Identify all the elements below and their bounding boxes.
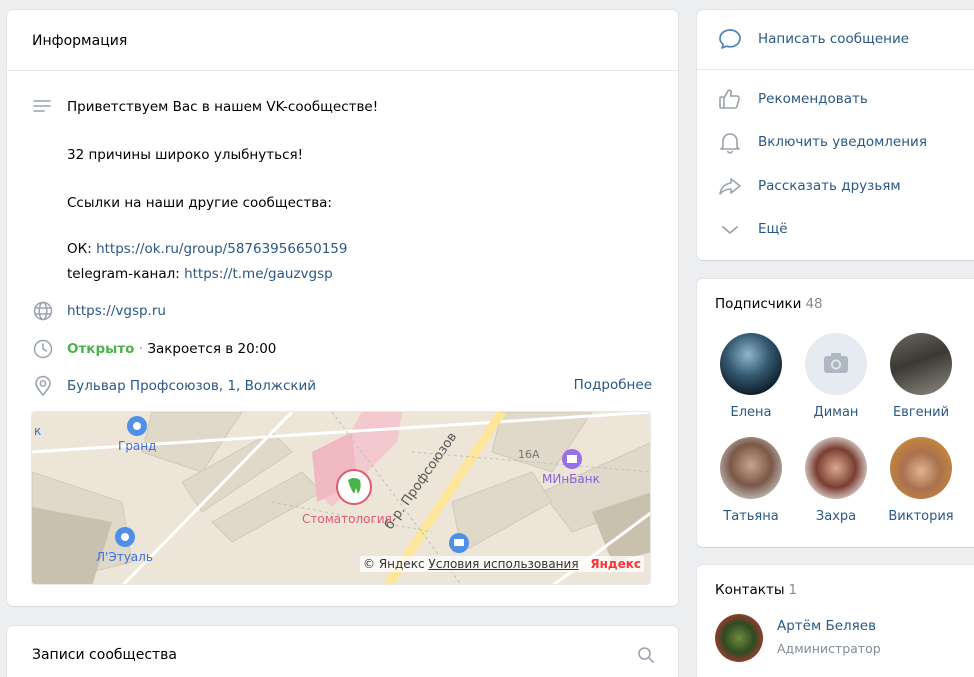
map-terms-link[interactable]: Условия использования [428,557,578,571]
open-status: Открыто [67,341,135,357]
subscriber-name: Татьяна [723,509,779,524]
share-label: Рассказать друзьям [758,178,901,194]
message-icon [717,27,743,51]
contact-role: Администратор [777,641,881,656]
description-line-3: Ссылки на наши другие сообщества: [67,195,332,211]
subscribers-title[interactable]: Подписчики 48 [715,296,823,312]
map-footer: © Яндекс Условия использования Яндекс [360,556,644,572]
contacts-count: 1 [788,582,798,598]
search-icon[interactable] [637,646,655,668]
globe-icon [32,300,54,322]
avatar [890,437,952,499]
map-label-minbank: МИнБанк [542,472,600,486]
yandex-logo[interactable]: Яндекс [590,557,641,571]
map-label-k: к [34,424,42,438]
bell-icon [717,130,743,154]
text-lines-icon [32,97,54,119]
subscriber-name: Елена [730,405,772,420]
share-icon [717,174,743,198]
subscriber-name: Виктория [888,509,954,524]
avatar [805,437,867,499]
map-marker-etual [115,527,135,547]
telegram-line: telegram-канал: https://t.me/gauzvgsp [67,266,333,282]
location-pin-icon [32,375,54,397]
clock-icon [32,338,54,360]
avatar[interactable] [715,614,763,662]
avatar [720,437,782,499]
info-title: Информация [7,10,678,71]
recommend-button[interactable]: Рекомендовать [717,87,974,111]
more-label: Ещё [758,221,788,237]
subscriber-name: Захра [815,509,857,524]
subscriber-item[interactable]: Виктория [881,437,961,524]
website-link[interactable]: https://vgsp.ru [67,302,166,320]
subscriber-name: Диман [813,405,859,420]
subscriber-name: Евгений [892,405,950,420]
map-copyright: © Яндекс [363,557,425,571]
description-line-1: Приветствуем Вас в нашем VK-сообществе! [67,99,379,115]
chevron-down-icon [717,217,743,241]
map-label-etual: Л'Этуаль [96,550,153,564]
subscribers-count: 48 [805,296,823,312]
contacts-card: Контакты 1 Артём Беляев Администратор [697,565,974,677]
actions-divider [697,69,974,70]
subscriber-item[interactable]: Елена [711,333,791,420]
map-label-grand: Гранд [118,439,157,453]
contacts-title[interactable]: Контакты 1 [715,582,797,598]
map[interactable]: к Гранд Стоматология б-р. Профсоюзов 16А… [31,411,651,585]
more-button[interactable]: Ещё [717,217,974,241]
address-link[interactable]: Бульвар Профсоюзов, 1, Волжский [67,377,316,395]
actions-card: Написать сообщение Рекомендовать Включит… [697,10,974,260]
telegram-link[interactable]: https://t.me/gauzvgsp [184,266,333,282]
posts-card: Записи сообщества [7,626,678,677]
map-label-stomatology: Стоматология [302,512,392,526]
map-marker-grand [127,416,147,436]
share-button[interactable]: Рассказать друзьям [717,174,974,198]
ok-line: ОК: https://ok.ru/group/58763956650159 [67,241,348,257]
description-line-2: 32 причины широко улыбнуться! [67,147,304,163]
more-details-link[interactable]: Подробнее [574,377,652,393]
map-marker-minbank [562,449,582,469]
avatar [890,333,952,395]
recommend-label: Рекомендовать [758,91,868,107]
avatar [805,333,867,395]
map-marker-shop [449,533,469,553]
map-label-house: 16А [518,448,540,461]
website-row: https://vgsp.ru [32,300,652,322]
closing-time: Закроется в 20:00 [147,341,277,357]
hours-text: Открыто · Закроется в 20:00 [67,341,277,357]
subscriber-item[interactable]: Диман [796,333,876,420]
ok-link[interactable]: https://ok.ru/group/58763956650159 [96,241,347,257]
camera-icon [823,352,849,378]
contact-name[interactable]: Артём Беляев [777,618,876,634]
address-row: Бульвар Профсоюзов, 1, Волжский Подробне… [32,375,652,397]
info-card: Информация Приветствуем Вас в нашем VK-с… [7,10,678,606]
description-block: Приветствуем Вас в нашем VK-сообществе! … [32,95,652,295]
subscriber-item[interactable]: Евгений [881,333,961,420]
write-message-label: Написать сообщение [758,31,910,47]
thumbs-up-icon [717,87,743,111]
avatar [720,333,782,395]
map-marker-stomatology [336,469,372,505]
write-message-button[interactable]: Написать сообщение [717,27,974,51]
posts-title: Записи сообщества [32,647,177,663]
hours-row: Открыто · Закроется в 20:00 [32,338,652,360]
subscriber-item[interactable]: Захра [796,437,876,524]
subscribers-card: Подписчики 48 Елена Диман Евгений Татьяна… [697,279,974,547]
enable-notifications-label: Включить уведомления [758,134,927,150]
enable-notifications-button[interactable]: Включить уведомления [717,130,974,154]
subscriber-item[interactable]: Татьяна [711,437,791,524]
